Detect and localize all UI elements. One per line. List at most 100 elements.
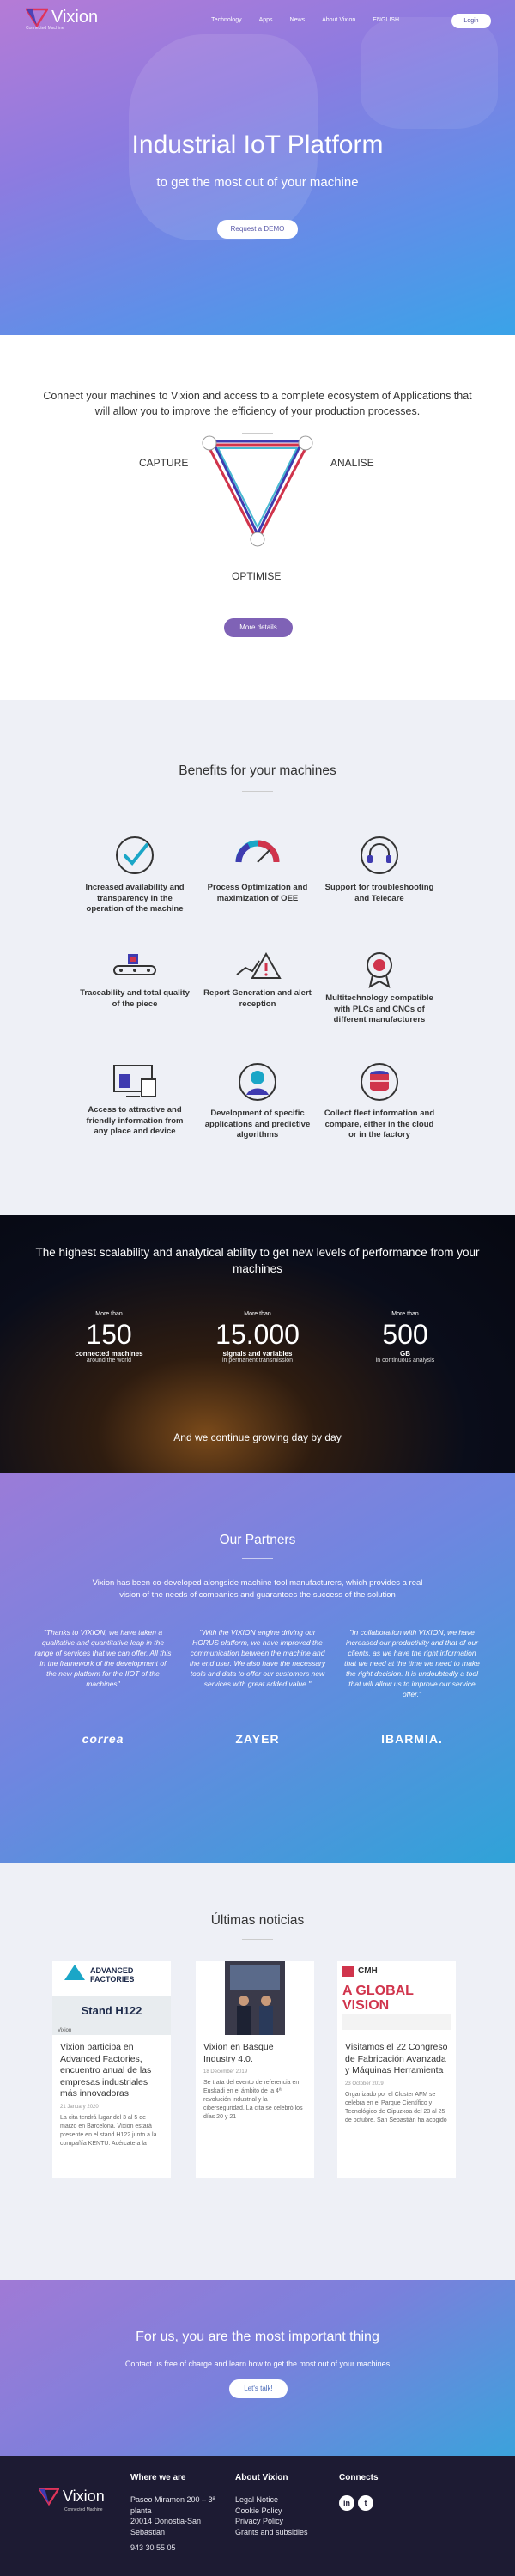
news-card-date: 18 December 2019 (203, 2069, 248, 2075)
gauge-icon (235, 840, 280, 863)
banner-headline: CMH (358, 1966, 378, 1976)
cta-title: For us, you are the most important thing (136, 2330, 379, 2344)
analise-label: ANALISE (330, 457, 374, 469)
partner-quote: "With the VIXION engine driving our HORU… (189, 1628, 326, 1688)
menu-item-apps[interactable]: Apps (259, 17, 273, 23)
benefit-text: Development of specific applications and… (204, 1109, 311, 1139)
banner-headline: ADVANCED FACTORIES (90, 1966, 135, 1984)
benefit-support: Support for troubleshooting and Telecare (324, 833, 435, 904)
news-card-date: 21 January 2020 (60, 2104, 99, 2110)
benefits-title: Benefits for your machines (179, 763, 336, 778)
benefit-text: Access to attractive and friendly inform… (86, 1105, 184, 1136)
ibarmia-logo: IBARMIA. (381, 1732, 443, 1746)
benefit-availability: Increased availability and transparency … (79, 833, 191, 915)
benefit-text: Process Optimization and maximization of… (207, 883, 308, 903)
news-card-title[interactable]: Visitamos el 22 Congreso de Fabricación … (337, 2042, 456, 2077)
banner-subtitle: Stand H122 (81, 2004, 142, 2017)
correa-logo: correa (82, 1732, 124, 1746)
news-card-title[interactable]: Vixion participa en Advanced Factories, … (52, 2042, 171, 2100)
zayer-logo: ZAYER (235, 1732, 280, 1746)
footer-where-title: Where we are (130, 2473, 186, 2482)
footer-logo[interactable]: Vixion (39, 2487, 105, 2506)
stat-data: More than 500 GB in continuous analysis (341, 1311, 470, 1364)
request-demo-button[interactable]: Request a DEMO (217, 220, 298, 239)
badge-icon (367, 952, 392, 988)
menu-item-about[interactable]: About Vixion (322, 17, 355, 23)
warning-chart-icon (236, 951, 282, 979)
stat-subtitle: around the world (86, 1358, 132, 1364)
hero-title: Industrial IoT Platform (131, 131, 384, 159)
footer-phone[interactable]: 943 30 55 05 (130, 2543, 225, 2554)
benefit-traceability: Traceability and total quality of the pi… (79, 949, 191, 1010)
benefit-text: Report Generation and alert reception (203, 988, 312, 1009)
capture-analise-optimise-diagram (202, 435, 313, 547)
footer-brand-name: Vixion (63, 2487, 105, 2505)
benefit-text: Multitechnology compatible with PLCs and… (325, 993, 433, 1024)
vixion-logo-icon (26, 8, 48, 27)
benefit-text: Increased availability and transparency … (85, 883, 185, 914)
news-card-image: Vixion ADVANCED FACTORIES Stand H122 (52, 1961, 171, 2035)
partner-quote: "In collaboration with VIXION, we have i… (344, 1628, 480, 1698)
news-card-excerpt: Se trata del evento de referencia en Eus… (203, 2080, 303, 2120)
news-card-date: 23 October 2019 (345, 2081, 384, 2087)
top-navigation: Vixion Connected Machine Technology Apps… (0, 0, 515, 39)
stat-number: 15.000 (215, 1319, 300, 1350)
conveyor-icon (113, 954, 156, 975)
banner-subtitle: A GLOBAL VISION (342, 1984, 414, 2013)
news-card[interactable]: Vixion ADVANCED FACTORIES Stand H122 Vix… (52, 1961, 171, 2178)
partners-intro: Vixion has been co-developed alongside m… (92, 1578, 423, 1600)
benefit-compatibility: Multitechnology compatible with PLCs and… (324, 949, 435, 1026)
stat-subtitle: in continuous analysis (375, 1358, 435, 1364)
news-card[interactable]: CMH A GLOBAL VISION Visitamos el 22 Cong… (337, 1961, 456, 2178)
headset-icon (360, 836, 398, 874)
check-cycle-icon (116, 836, 154, 874)
svg-text:Vixion: Vixion (58, 2028, 71, 2033)
menu-item-technology[interactable]: Technology (211, 17, 241, 23)
event-photo (225, 1961, 285, 2035)
contact-cta-section: For us, you are the most important thing… (0, 2280, 515, 2456)
stat-unit: connected machines (75, 1350, 143, 1358)
brand-name: Vixion (52, 8, 99, 27)
scalability-title: The highest scalability and analytical a… (35, 1246, 480, 1275)
footer-link-legal[interactable]: Legal Notice (235, 2494, 308, 2506)
footer-connect-column: Connects in t (339, 2473, 379, 2511)
stat-unit: signals and variables (222, 1350, 293, 1358)
language-selector[interactable]: ENGLISH (373, 17, 399, 23)
footer-link-privacy[interactable]: Privacy Policy (235, 2516, 308, 2527)
partners-section: Our Partners Vixion has been co-develope… (0, 1473, 515, 1863)
footer-about-title: About Vixion (235, 2473, 288, 2482)
news-card-excerpt: La cita tendrá lugar del 3 al 5 de marzo… (60, 2114, 157, 2147)
news-title: Últimas noticias (210, 1913, 305, 1928)
divider (242, 1558, 273, 1559)
benefit-text: Support for troubleshooting and Telecare (324, 883, 434, 903)
stat-prefix: More than (244, 1311, 271, 1317)
more-details-button[interactable]: More details (224, 618, 293, 637)
partners-title: Our Partners (219, 1533, 296, 1547)
footer-link-cookies[interactable]: Cookie Policy (235, 2506, 308, 2517)
connect-section: Connect your machines to Vixion and acce… (0, 335, 515, 700)
benefit-reports: Report Generation and alert reception (202, 949, 313, 1010)
vixion-logo[interactable]: Vixion (26, 7, 98, 27)
brand-tagline: Connected Machine (26, 26, 64, 31)
devices-icon (113, 1065, 156, 1097)
lets-talk-button[interactable]: Let's talk! (229, 2379, 288, 2398)
news-card[interactable]: Vixion en Basque Industry 4.0. 18 Decemb… (196, 1961, 314, 2178)
linkedin-icon[interactable]: in (339, 2495, 354, 2511)
hero-subtitle: to get the most out of your machine (156, 175, 359, 190)
news-card-image: CMH A GLOBAL VISION (337, 1961, 456, 2035)
login-button[interactable]: Login (451, 14, 491, 28)
benefits-section: Benefits for your machines Increased ava… (0, 700, 515, 1215)
footer-tagline: Connected Machine (64, 2507, 103, 2512)
footer-link-grants[interactable]: Grants and subsidies (235, 2527, 308, 2538)
stat-number: 150 (86, 1319, 132, 1350)
news-card-title[interactable]: Vixion en Basque Industry 4.0. (196, 2042, 314, 2065)
optimise-label: OPTIMISE (232, 570, 282, 582)
partner-quote: "Thanks to VIXION, we have taken a quali… (34, 1628, 172, 1688)
footer-about-column: About Vixion Legal Notice Cookie Policy … (235, 2473, 308, 2537)
news-card-image (196, 1961, 314, 2035)
stat-number: 500 (382, 1319, 428, 1350)
menu-item-news[interactable]: News (290, 17, 306, 23)
stat-signals: More than 15.000 signals and variables i… (193, 1311, 322, 1364)
cta-subtitle: Contact us free of charge and learn how … (124, 2360, 391, 2368)
twitter-icon[interactable]: t (358, 2495, 373, 2511)
